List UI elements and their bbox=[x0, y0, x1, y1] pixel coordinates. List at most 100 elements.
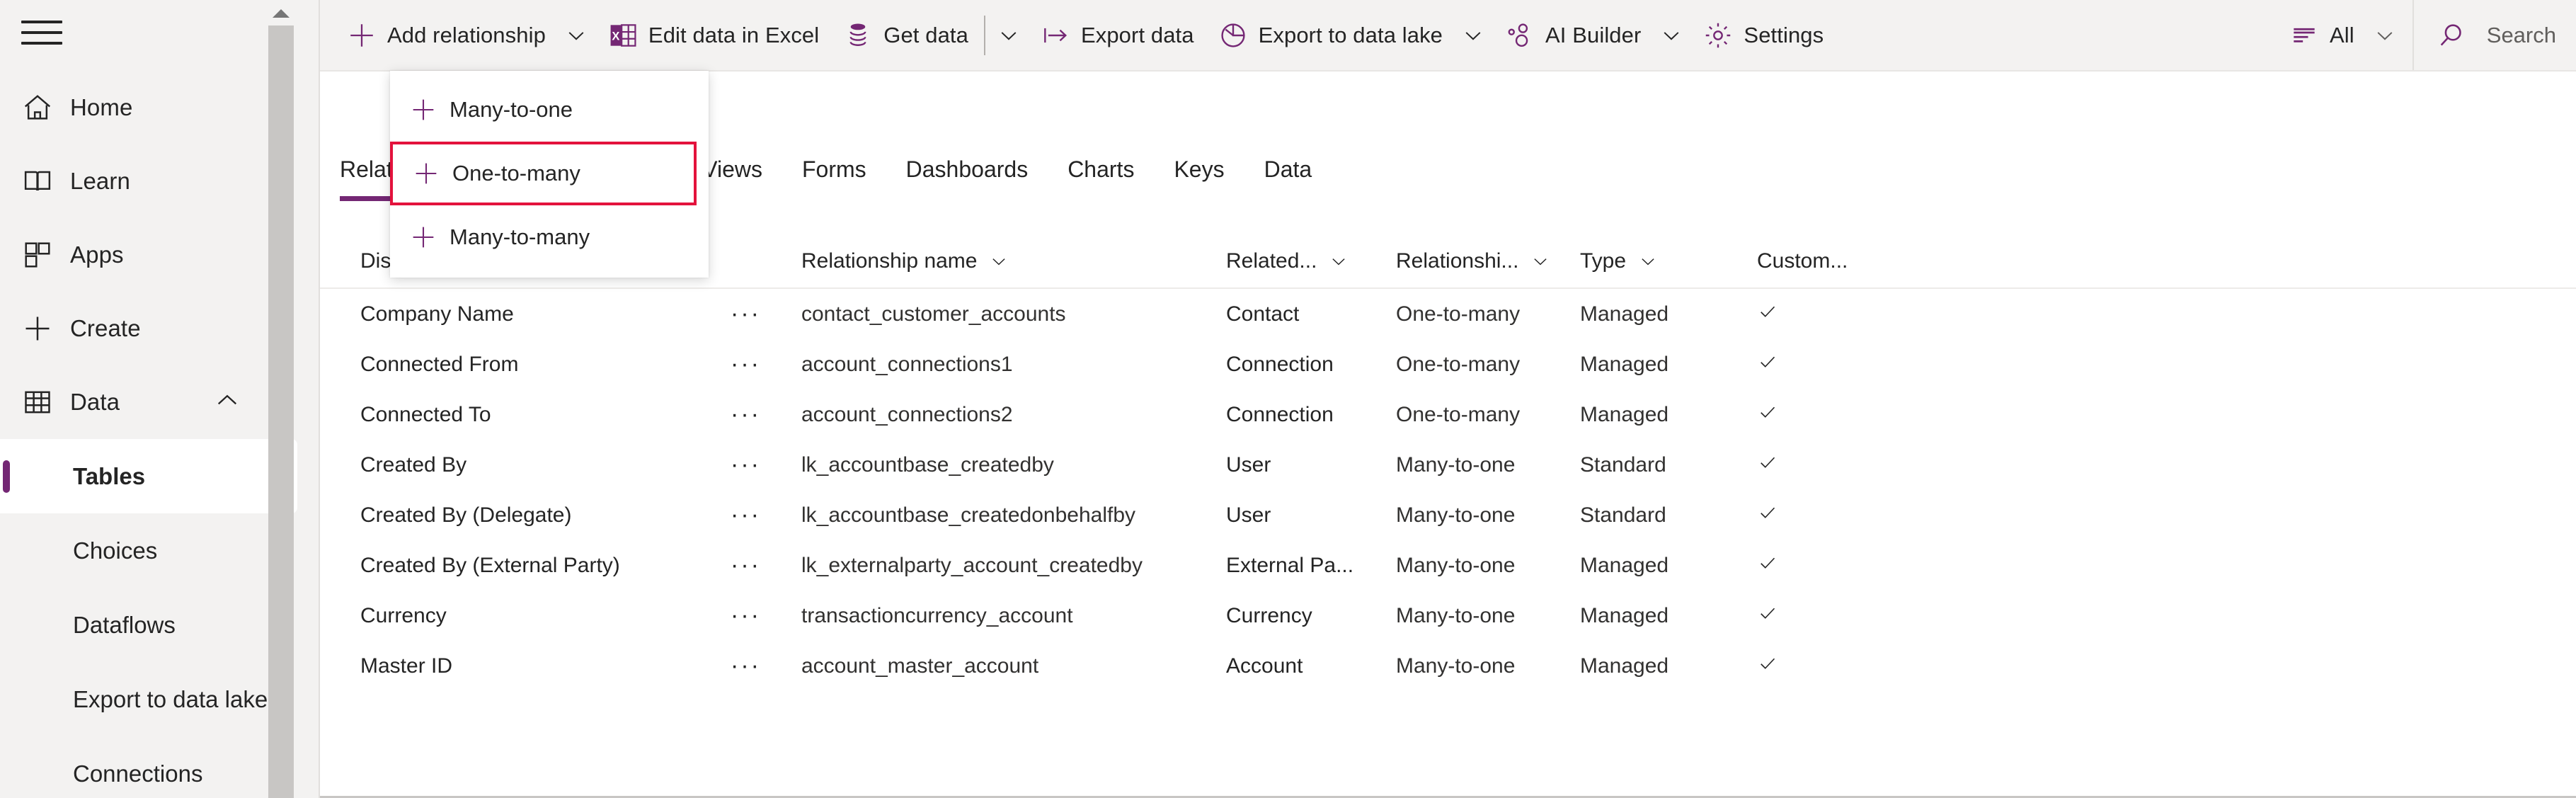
cell-relationship-name: lk_accountbase_createdonbehalfby bbox=[801, 503, 1136, 527]
sidebar-subitem-label: Choices bbox=[73, 537, 158, 564]
menu-item-many-to-one[interactable]: Many-to-one bbox=[390, 78, 709, 142]
cell-relationship-name: account_connections1 bbox=[801, 352, 1013, 376]
column-header-label: Relationshi... bbox=[1396, 249, 1519, 273]
command-label: Export data bbox=[1080, 23, 1194, 47]
home-icon bbox=[21, 88, 61, 127]
settings-button[interactable]: Settings bbox=[1690, 0, 1835, 71]
command-bar-right-divider bbox=[2412, 0, 2414, 71]
cell-custom bbox=[1757, 452, 1913, 479]
export-to-data-lake-button[interactable]: Export to data lake bbox=[1206, 0, 1454, 71]
table-row[interactable]: Currency ··· transactioncurrency_account… bbox=[320, 591, 2576, 641]
cell-type: Managed bbox=[1580, 603, 1669, 627]
column-header-label: Relationship name bbox=[801, 249, 978, 273]
export-data-button[interactable]: Export data bbox=[1028, 0, 1206, 71]
edit-data-in-excel-button[interactable]: X Edit data in Excel bbox=[595, 0, 830, 71]
menu-item-label: One-to-many bbox=[452, 161, 580, 186]
command-label: Export to data lake bbox=[1258, 23, 1443, 47]
cell-relationship-name: account_connections2 bbox=[801, 402, 1013, 426]
menu-item-many-to-many[interactable]: Many-to-many bbox=[390, 205, 709, 269]
cell-related: Connection bbox=[1226, 402, 1334, 426]
ai-builder-caret-icon[interactable] bbox=[1652, 0, 1690, 71]
add-relationship-caret-icon[interactable] bbox=[557, 0, 595, 71]
get-data-button[interactable]: Get data bbox=[830, 0, 980, 71]
table-row[interactable]: Created By (External Party) ··· lk_exter… bbox=[320, 540, 2576, 591]
ai-builder-button[interactable]: AI Builder bbox=[1492, 0, 1652, 71]
cell-type: Managed bbox=[1580, 302, 1669, 326]
table-row[interactable]: Connected To ··· account_connections2 Co… bbox=[320, 389, 2576, 440]
checkmark-icon bbox=[1757, 301, 1778, 322]
cell-relationship-name: account_master_account bbox=[801, 654, 1039, 678]
ellipsis-icon[interactable]: ··· bbox=[731, 350, 801, 378]
data-lake-icon bbox=[1217, 19, 1249, 52]
column-header-custom[interactable]: Custom... bbox=[1757, 249, 1913, 273]
ellipsis-icon[interactable]: ··· bbox=[731, 552, 801, 579]
add-relationship-button[interactable]: Add relationship bbox=[334, 0, 557, 71]
tab-label: Forms bbox=[801, 156, 866, 182]
chevron-up-icon[interactable] bbox=[212, 386, 242, 419]
command-label: Settings bbox=[1744, 23, 1824, 47]
chevron-down-icon[interactable] bbox=[988, 251, 1009, 272]
filter-all-button[interactable]: All bbox=[2277, 0, 2366, 71]
sidebar-scrollbar[interactable] bbox=[268, 0, 294, 798]
cell-related: External Pa... bbox=[1226, 553, 1354, 577]
cell-relationship-type: One-to-many bbox=[1396, 402, 1521, 426]
book-icon bbox=[21, 161, 61, 201]
cell-display-name: Company Name bbox=[360, 302, 514, 326]
sidebar-item-tables[interactable]: Tables bbox=[0, 439, 297, 513]
plus-icon bbox=[407, 93, 440, 126]
filter-caret-icon[interactable] bbox=[2366, 0, 2404, 71]
ellipsis-icon[interactable]: ··· bbox=[731, 401, 801, 428]
sidebar-subitem-label: Export to data lake bbox=[73, 685, 268, 712]
ellipsis-icon[interactable]: ··· bbox=[731, 300, 801, 328]
column-header-relationship-type[interactable]: Relationshi... bbox=[1396, 249, 1580, 273]
cell-display-name: Currency bbox=[360, 603, 447, 627]
command-bar: Add relationship X Edit data in Excel Ge… bbox=[320, 0, 2576, 71]
checkmark-icon bbox=[1757, 351, 1778, 372]
filter-lines-icon bbox=[2288, 19, 2320, 52]
tab-dashboards[interactable]: Dashboards bbox=[886, 158, 1048, 222]
column-header-type[interactable]: Type bbox=[1580, 249, 1757, 273]
table-row[interactable]: Connected From ··· account_connections1 … bbox=[320, 339, 2576, 389]
cell-custom bbox=[1757, 552, 1913, 579]
column-header-relationship-name[interactable]: Relationship name bbox=[801, 249, 1226, 273]
sidebar-item-label: Create bbox=[70, 315, 141, 341]
table-row[interactable]: Master ID ··· account_master_account Acc… bbox=[320, 641, 2576, 691]
chevron-down-icon[interactable] bbox=[1530, 251, 1551, 272]
get-data-caret-icon[interactable] bbox=[990, 0, 1028, 71]
menu-item-label: Many-to-one bbox=[450, 97, 573, 122]
tab-forms[interactable]: Forms bbox=[782, 158, 886, 222]
table-row[interactable]: Created By ··· lk_accountbase_createdby … bbox=[320, 440, 2576, 490]
scroll-up-arrow-icon[interactable] bbox=[268, 3, 294, 24]
tab-label: Keys bbox=[1174, 156, 1225, 182]
search-icon bbox=[2435, 19, 2468, 52]
chevron-down-icon[interactable] bbox=[1328, 251, 1349, 272]
export-to-data-lake-caret-icon[interactable] bbox=[1454, 0, 1492, 71]
table-row[interactable]: Created By (Delegate) ··· lk_accountbase… bbox=[320, 490, 2576, 540]
tab-data[interactable]: Data bbox=[1244, 158, 1332, 222]
gear-icon bbox=[1702, 19, 1734, 52]
ellipsis-icon[interactable]: ··· bbox=[731, 451, 801, 479]
plus-icon bbox=[407, 221, 440, 253]
cell-relationship-name: contact_customer_accounts bbox=[801, 302, 1066, 326]
checkmark-icon bbox=[1757, 552, 1778, 574]
column-header-related[interactable]: Related... bbox=[1226, 249, 1396, 273]
svg-text:X: X bbox=[612, 30, 619, 43]
filter-label: All bbox=[2330, 23, 2354, 47]
table-row[interactable]: Company Name ··· contact_customer_accoun… bbox=[320, 289, 2576, 339]
menu-item-one-to-many[interactable]: One-to-many bbox=[390, 142, 697, 205]
hamburger-menu-icon[interactable] bbox=[21, 14, 62, 51]
menu-item-label: Many-to-many bbox=[450, 224, 590, 249]
command-bar-separator bbox=[983, 16, 985, 55]
plus-icon bbox=[410, 157, 442, 190]
cell-display-name: Created By (External Party) bbox=[360, 553, 620, 577]
search-input[interactable]: Search bbox=[2422, 0, 2576, 71]
sidebar-scrollbar-thumb[interactable] bbox=[268, 25, 294, 798]
cell-related: User bbox=[1226, 503, 1271, 527]
ellipsis-icon[interactable]: ··· bbox=[731, 652, 801, 680]
tab-charts[interactable]: Charts bbox=[1048, 158, 1154, 222]
ellipsis-icon[interactable]: ··· bbox=[731, 501, 801, 529]
chevron-down-icon[interactable] bbox=[1637, 251, 1659, 272]
cell-related: Contact bbox=[1226, 302, 1300, 326]
ellipsis-icon[interactable]: ··· bbox=[731, 602, 801, 629]
tab-keys[interactable]: Keys bbox=[1154, 158, 1244, 222]
